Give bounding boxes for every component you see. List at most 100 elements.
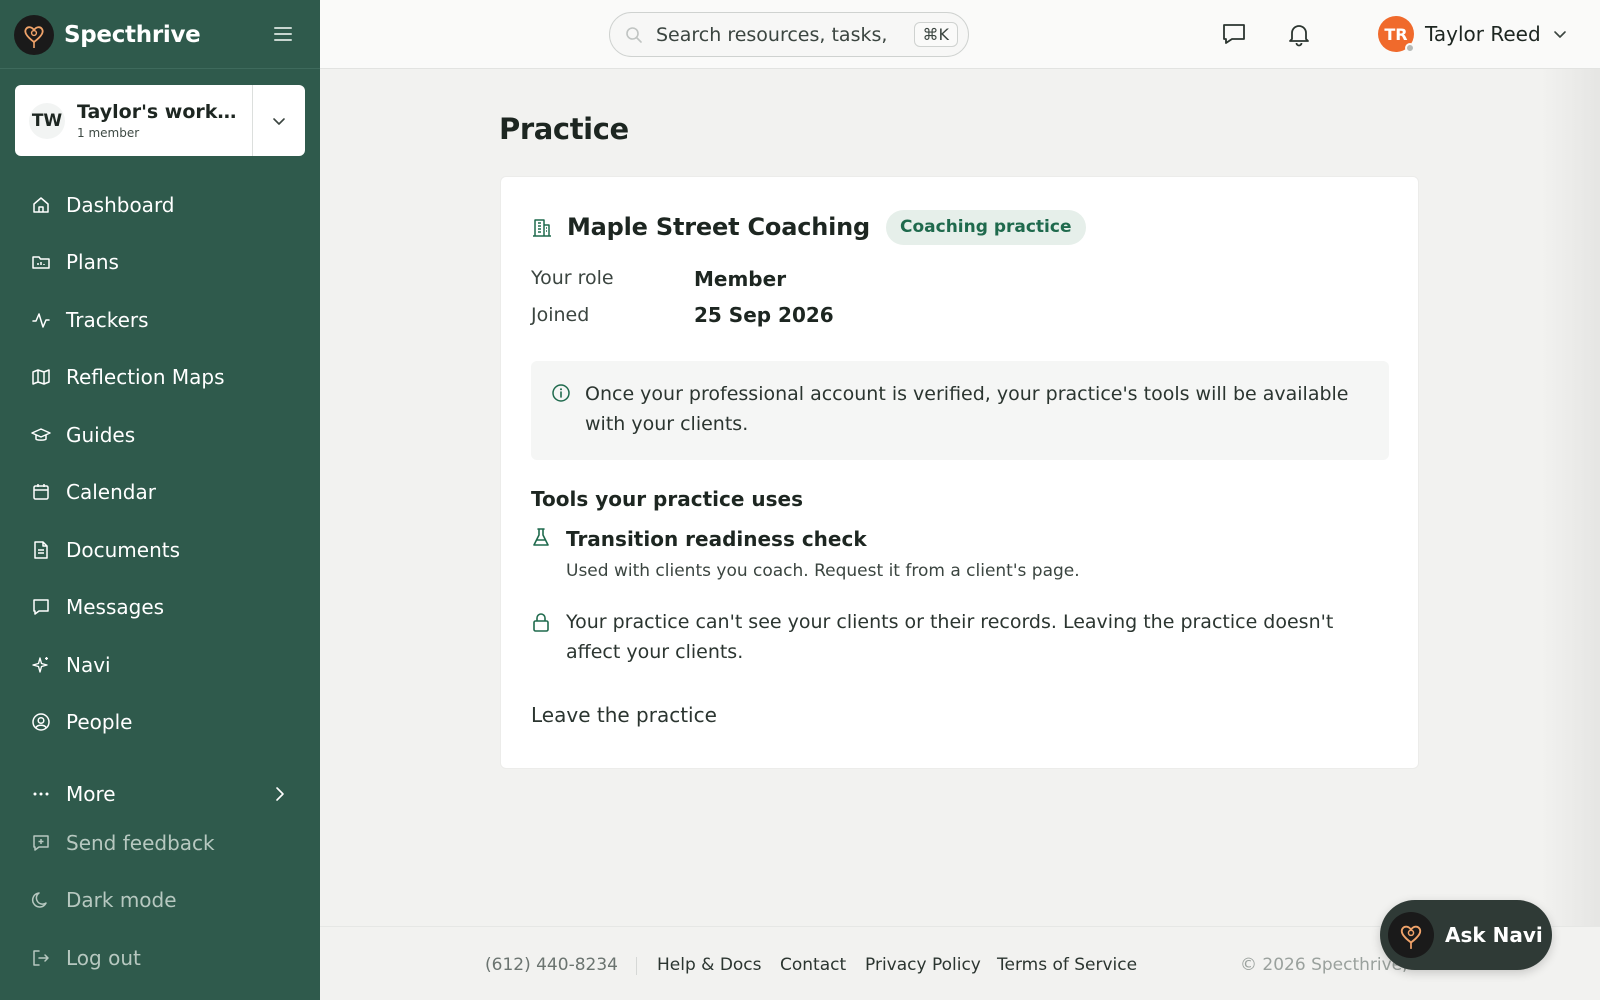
practice-header: Maple Street Coaching Coaching practice [531, 209, 1086, 245]
footer-link-privacy[interactable]: Privacy Policy [865, 955, 981, 975]
ask-navi-button[interactable]: Ask Navi [1380, 900, 1552, 970]
nav-item-plans[interactable]: Plans [0, 234, 320, 292]
search-shortcut: ⌘K [913, 22, 958, 47]
status-badge: Coaching practice [886, 209, 1086, 245]
info-icon [552, 384, 570, 402]
messages-button[interactable] [1218, 18, 1250, 50]
user-name: Taylor Reed [1425, 22, 1541, 46]
notice-text: Once your professional account is verifi… [585, 383, 1349, 435]
home-icon [30, 194, 52, 216]
nav-item-trackers[interactable]: Trackers [0, 291, 320, 349]
folder-chart-icon [30, 251, 52, 273]
brand[interactable]: Specthrive [14, 14, 201, 56]
workspace-members: 1 member [77, 126, 140, 140]
tool-name: Transition readiness check [566, 527, 867, 551]
brand-name: Specthrive [64, 22, 201, 48]
lock-icon [533, 613, 549, 632]
ellipsis-icon [30, 783, 52, 805]
workspace-switcher[interactable]: TW Taylor's works... 1 member [15, 85, 305, 156]
workspace-dropdown-button[interactable] [252, 85, 305, 156]
log-out-button[interactable]: Log out [0, 929, 320, 987]
nav-label: Navi [66, 652, 111, 677]
nav-label: Dashboard [66, 192, 175, 217]
practice-name: Maple Street Coaching [567, 213, 870, 241]
nav-item-dashboard[interactable]: Dashboard [0, 176, 320, 234]
heart-balloon-logo-icon [14, 15, 54, 55]
nav-label: Calendar [66, 480, 156, 505]
send-feedback-button[interactable]: Send feedback [0, 814, 320, 872]
secondary-nav: Send feedback Dark mode Log out [0, 814, 320, 987]
privacy-text: Your practice can't see your clients or … [566, 611, 1334, 663]
tool-description: Used with clients you coach. Request it … [566, 561, 1080, 581]
chevron-right-icon [272, 784, 288, 808]
activity-icon [30, 309, 52, 331]
moon-icon [30, 889, 52, 911]
document-icon [30, 539, 52, 561]
menu-toggle-icon[interactable] [272, 24, 294, 44]
footer-link-contact[interactable]: Contact [780, 955, 846, 975]
tools-section-title: Tools your practice uses [531, 487, 803, 511]
search-icon [624, 25, 644, 45]
joined-label: Joined [531, 304, 590, 326]
nav-label: People [66, 710, 133, 735]
dark-mode-toggle[interactable]: Dark mode [0, 872, 320, 930]
role-label: Your role [531, 267, 614, 289]
search-input[interactable]: Search resources, tasks, ⌘K [609, 12, 969, 57]
nav-label: More [66, 782, 116, 806]
sidebar-divider [0, 68, 320, 69]
search-placeholder: Search resources, tasks, [656, 23, 888, 46]
flask-icon [533, 528, 549, 546]
page-title: Practice [499, 112, 629, 146]
nav-label: Trackers [66, 307, 149, 332]
user-menu[interactable]: TR Taylor Reed [1378, 15, 1567, 53]
chat-bubble-icon [30, 596, 52, 618]
avatar: TR [1378, 16, 1415, 53]
topbar: Search resources, tasks, ⌘K TR Taylor Re… [320, 0, 1600, 69]
workspace-name: Taylor's works... [77, 101, 247, 123]
workspace-avatar: TW [29, 102, 65, 139]
building-icon [533, 219, 551, 237]
notifications-button[interactable] [1283, 18, 1315, 50]
nav-label: Dark mode [66, 888, 177, 913]
footer-link-help[interactable]: Help & Docs [657, 955, 762, 975]
nav-label: Plans [66, 250, 119, 275]
footer-phone: (612) 440-8234 [485, 955, 618, 975]
user-circle-icon [30, 711, 52, 733]
feedback-icon [30, 832, 52, 854]
nav-item-guides[interactable]: Guides [0, 406, 320, 464]
nav-item-documents[interactable]: Documents [0, 521, 320, 579]
map-icon [30, 366, 52, 388]
sparkles-icon [30, 654, 52, 676]
chevron-down-icon [1553, 31, 1566, 38]
nav-item-navi[interactable]: Navi [0, 636, 320, 694]
nav-label: Log out [66, 945, 141, 970]
ask-navi-label: Ask Navi [1445, 923, 1543, 947]
nav-item-messages[interactable]: Messages [0, 579, 320, 637]
scroll-shade [1540, 69, 1600, 926]
joined-value: 25 Sep 2026 [694, 303, 834, 327]
nav-item-reflection-maps[interactable]: Reflection Maps [0, 349, 320, 407]
bell-icon [1289, 25, 1309, 47]
logout-icon [30, 947, 52, 969]
nav-item-people[interactable]: People [0, 694, 320, 752]
nav-label: Messages [66, 595, 165, 620]
sidebar: Specthrive TW Taylor's works... 1 member… [0, 0, 320, 1000]
footer-link-terms[interactable]: Terms of Service [997, 955, 1137, 975]
role-value: Member [694, 267, 787, 291]
nav-label: Send feedback [66, 830, 215, 855]
graduation-cap-icon [30, 424, 52, 446]
practice-card: Maple Street Coaching Coaching practice … [500, 176, 1419, 769]
heart-balloon-logo-icon [1388, 912, 1434, 958]
nav-item-calendar[interactable]: Calendar [0, 464, 320, 522]
status-dot [1405, 43, 1415, 53]
chevron-down-icon [273, 117, 285, 125]
leave-practice-link[interactable]: Leave the practice [531, 703, 717, 727]
nav-label: Guides [66, 422, 136, 447]
nav-label: Reflection Maps [66, 365, 225, 390]
verification-notice: Once your professional account is verifi… [531, 361, 1389, 460]
chat-bubble-icon [1223, 24, 1245, 44]
footer-divider [636, 957, 637, 975]
nav-label: Documents [66, 537, 181, 562]
main-nav: Dashboard Plans Trackers Reflection Maps… [0, 176, 320, 751]
calendar-icon [30, 481, 52, 503]
